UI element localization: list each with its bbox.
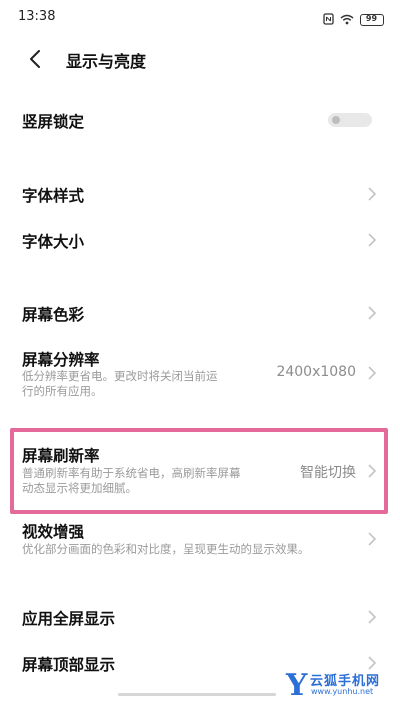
portrait-lock-toggle[interactable] [328, 113, 372, 127]
resolution-description-line1: 低分辨率更省电。更改时将关闭当前运 [22, 369, 218, 383]
resolution-value: 2400x1080 [276, 364, 356, 380]
status-bar: 13:38 99 [0, 0, 400, 34]
chevron-right-icon [368, 187, 377, 201]
visual-enhance-row[interactable]: 视效增强 优化部分画面的色彩和对比度，呈现更生动的显示效果。 [0, 516, 400, 564]
wifi-icon [340, 10, 354, 29]
nav-header: 显示与亮度 [0, 38, 400, 78]
font-style-row[interactable]: 字体样式 [0, 172, 400, 216]
portrait-lock-label: 竖屏锁定 [22, 113, 85, 131]
status-icons: 99 [323, 10, 384, 29]
page-title: 显示与亮度 [66, 52, 147, 71]
home-indicator[interactable] [118, 693, 276, 696]
screen-color-label: 屏幕色彩 [22, 306, 85, 324]
top-display-label: 屏幕顶部显示 [22, 656, 116, 674]
app-fullscreen-row[interactable]: 应用全屏显示 [0, 597, 400, 641]
screen-color-row[interactable]: 屏幕色彩 [0, 291, 400, 335]
chevron-right-icon [368, 366, 377, 380]
battery-icon: 99 [360, 13, 384, 26]
font-style-label: 字体样式 [22, 187, 85, 205]
app-fullscreen-label: 应用全屏显示 [22, 610, 116, 628]
back-button[interactable] [20, 44, 50, 74]
highlight-annotation [10, 428, 388, 514]
watermark-logo: Y 云狐手机网 www.yunhu.net [286, 668, 400, 703]
resolution-label: 屏幕分辨率 [22, 351, 100, 369]
font-size-row[interactable]: 字体大小 [0, 218, 400, 262]
chevron-right-icon [368, 306, 377, 320]
chevron-left-icon [30, 50, 40, 68]
font-size-label: 字体大小 [22, 233, 85, 251]
watermark-letter: Y [286, 668, 308, 703]
visual-enhance-description: 优化部分画面的色彩和对比度，呈现更生动的显示效果。 [22, 542, 310, 556]
toggle-knob [332, 116, 340, 124]
watermark-url: www.yunhu.net [311, 687, 374, 696]
chevron-right-icon [368, 532, 377, 546]
chevron-right-icon [368, 610, 377, 624]
status-time: 13:38 [18, 9, 56, 24]
resolution-description-line2: 行的所有应用。 [22, 384, 103, 398]
visual-enhance-label: 视效增强 [22, 523, 85, 541]
chevron-right-icon [368, 233, 377, 247]
resolution-row[interactable]: 屏幕分辨率 低分辨率更省电。更改时将关闭当前运 行的所有应用。 2400x108… [0, 340, 400, 404]
nfc-icon [323, 10, 334, 29]
portrait-lock-row: 竖屏锁定 [0, 98, 400, 144]
battery-level: 99 [365, 13, 378, 23]
